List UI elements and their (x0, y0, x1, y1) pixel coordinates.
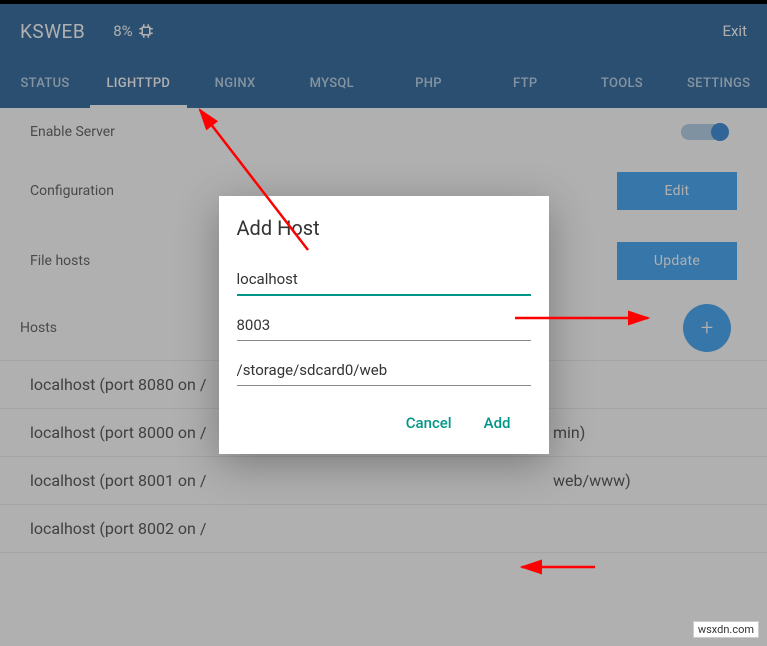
add-host-dialog: Add Host Cancel Add (219, 196, 549, 454)
cancel-button[interactable]: Cancel (406, 414, 452, 432)
add-button[interactable]: Add (484, 414, 511, 432)
dialog-title: Add Host (237, 216, 531, 240)
hostname-input[interactable] (237, 264, 531, 296)
dialog-actions: Cancel Add (237, 400, 531, 444)
watermark: wsxdn.com (693, 621, 759, 638)
modal-overlay[interactable]: Add Host Cancel Add (0, 4, 767, 646)
path-input[interactable] (237, 355, 531, 386)
port-input[interactable] (237, 310, 531, 341)
